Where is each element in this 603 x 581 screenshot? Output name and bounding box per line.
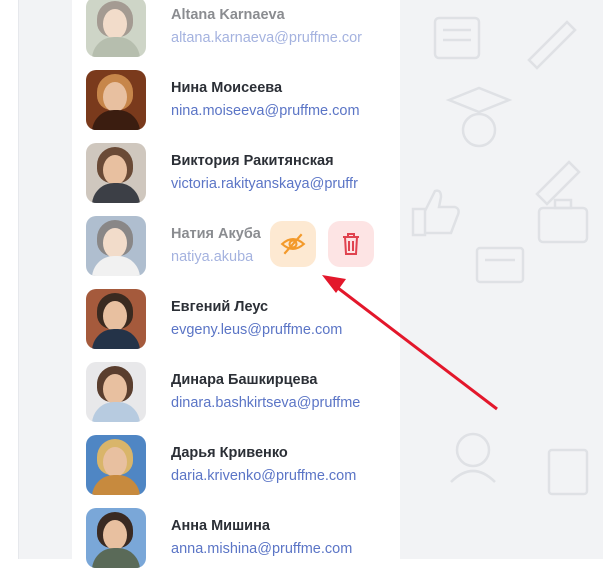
annotation-arrow bbox=[322, 275, 498, 411]
